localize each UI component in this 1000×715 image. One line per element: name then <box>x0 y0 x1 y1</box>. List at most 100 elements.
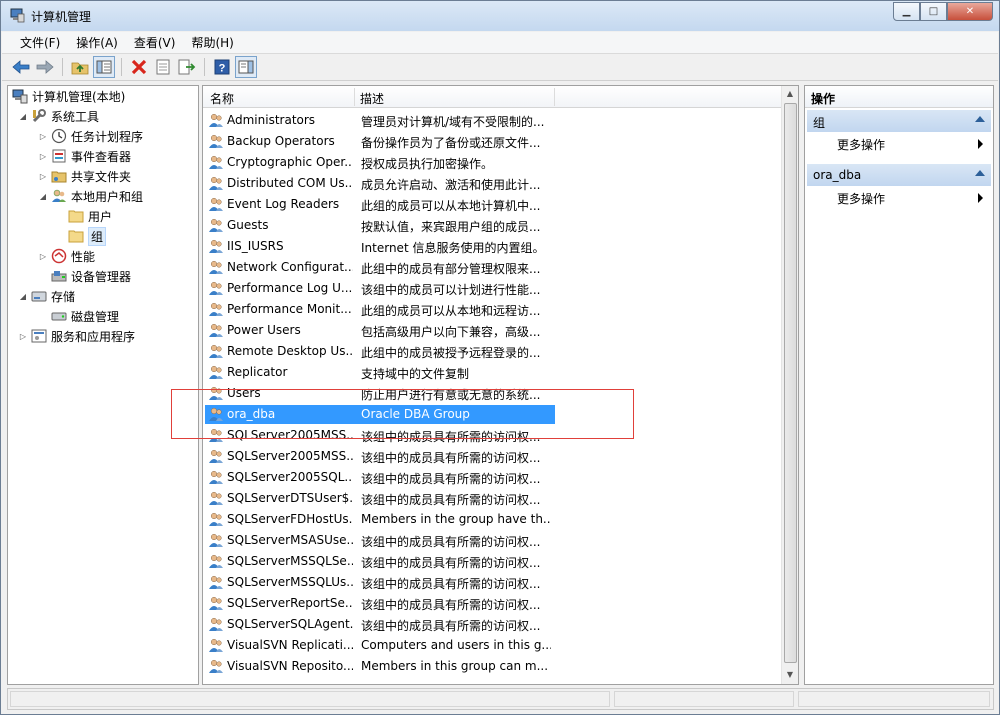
group-row[interactable]: SQLServerDTSUser$... 该组中的成员具有所需的访问权... <box>203 488 783 509</box>
action-section-label: ora_dba <box>813 168 862 182</box>
group-row[interactable]: IIS_IUSRS Internet 信息服务使用的内置组。 <box>203 236 783 257</box>
tree-item-groups[interactable]: 组 <box>68 226 107 246</box>
action-section-ora-dba[interactable]: ora_dba <box>807 164 991 186</box>
maximize-button[interactable]: □ <box>920 2 947 21</box>
tree-item-performance[interactable]: ▷ 性能 <box>38 246 95 266</box>
group-name: SQLServerMSASUse... <box>227 533 353 547</box>
group-icon <box>208 637 224 653</box>
tree-item-system-tools[interactable]: ◢ 系统工具 <box>18 106 99 126</box>
tree-item-device-manager[interactable]: 设备管理器 <box>51 266 131 286</box>
expand-icon[interactable]: ▷ <box>38 252 48 261</box>
collapse-icon[interactable]: ◢ <box>18 292 28 301</box>
group-row[interactable]: Performance Log U... 该组中的成员可以计划进行性能... <box>203 278 783 299</box>
group-icon <box>208 595 224 611</box>
tree-item-services-apps[interactable]: ▷ 服务和应用程序 <box>18 326 135 346</box>
show-hide-action-pane-button[interactable] <box>235 56 257 78</box>
group-row[interactable]: Distributed COM Us... 成员允许启动、激活和使用此计... <box>203 173 783 194</box>
group-row[interactable]: Event Log Readers 此组的成员可以从本地计算机中... <box>203 194 783 215</box>
group-row[interactable]: SQLServerMSSQLSe... 该组中的成员具有所需的访问权... <box>203 551 783 572</box>
group-row[interactable]: Backup Operators 备份操作员为了备份或还原文件... <box>203 131 783 152</box>
scroll-down-icon[interactable]: ▼ <box>782 667 798 683</box>
export-list-button[interactable] <box>176 56 198 78</box>
forward-icon <box>36 60 54 74</box>
tree-item-event-viewer[interactable]: ▷ 事件查看器 <box>38 146 131 166</box>
collapse-icon[interactable]: ◢ <box>38 192 48 201</box>
groups-list-view[interactable]: 名称 描述 Administrators 管理员对计算机/域有不受限制的... Ba… <box>202 85 799 685</box>
caption-buttons: ▁ □ ✕ <box>893 2 993 21</box>
toolbar: ? <box>2 54 998 81</box>
action-pane-title: 操作 <box>805 86 993 108</box>
group-row[interactable]: SQLServer2005SQL... 该组中的成员具有所需的访问权... <box>203 467 783 488</box>
group-row[interactable]: Guests 按默认值，来宾跟用户组的成员... <box>203 215 783 236</box>
collapse-section-icon[interactable] <box>975 116 985 122</box>
tree-item-label: 组 <box>88 226 107 246</box>
storage-icon <box>31 288 47 304</box>
more-actions-ora-dba[interactable]: 更多操作 <box>837 190 987 207</box>
scroll-thumb[interactable] <box>784 103 797 663</box>
group-row[interactable]: SQLServerReportSe... 该组中的成员具有所需的访问权... <box>203 593 783 614</box>
expand-icon[interactable]: ▷ <box>38 172 48 181</box>
action-section-groups[interactable]: 组 <box>807 110 991 132</box>
expand-icon[interactable]: ▷ <box>18 332 28 341</box>
collapse-icon[interactable]: ◢ <box>18 112 28 121</box>
collapse-section-icon[interactable] <box>975 170 985 176</box>
group-row[interactable]: Replicator 支持域中的文件复制 <box>203 362 783 383</box>
close-button[interactable]: ✕ <box>947 2 993 21</box>
back-button[interactable] <box>10 56 32 78</box>
expand-icon[interactable]: ▷ <box>38 152 48 161</box>
column-header-description[interactable]: 描述 <box>360 90 384 107</box>
tree-item-disk-management[interactable]: 磁盘管理 <box>51 306 119 326</box>
column-divider[interactable] <box>354 88 355 106</box>
group-row[interactable]: Network Configurat... 此组中的成员有部分管理权限来... <box>203 257 783 278</box>
tree-item-shared-folders[interactable]: ▷ 共享文件夹 <box>38 166 131 186</box>
group-description: Members in the group have th... <box>361 512 551 526</box>
group-row[interactable]: Performance Monit... 此组的成员可以从本地和远程访... <box>203 299 783 320</box>
group-row[interactable]: Remote Desktop Us... 此组中的成员被授予远程登录的... <box>203 341 783 362</box>
column-header-name[interactable]: 名称 <box>210 90 234 107</box>
group-icon <box>208 112 224 128</box>
forward-button[interactable] <box>34 56 56 78</box>
group-row[interactable]: SQLServerSQLAgent... 该组中的成员具有所需的访问权... <box>203 614 783 635</box>
vertical-scrollbar[interactable]: ▲ ▼ <box>781 86 798 684</box>
title-bar[interactable]: 计算机管理 ▁ □ ✕ <box>1 1 999 31</box>
properties-button[interactable] <box>152 56 174 78</box>
group-row[interactable]: SQLServerMSASUse... 该组中的成员具有所需的访问权... <box>203 530 783 551</box>
console-tree[interactable]: 计算机管理(本地) ◢ 系统工具 ▷ 任务计划程序 ▷ 事件查看器 ▷ 共享文件… <box>7 85 199 685</box>
group-name: Administrators <box>227 113 316 127</box>
menu-action[interactable]: 操作(A) <box>68 34 126 51</box>
tree-item-computer-management[interactable]: 计算机管理(本地) <box>12 86 125 106</box>
help-button[interactable]: ? <box>211 56 233 78</box>
group-name: Event Log Readers <box>227 197 340 211</box>
group-name: SQLServerMSSQLUs... <box>227 575 353 589</box>
group-row[interactable]: SQLServer2005MSS... 该组中的成员具有所需的访问权... <box>203 446 783 467</box>
group-name: SQLServerReportSe... <box>227 596 353 610</box>
group-icon <box>208 280 224 296</box>
minimize-button[interactable]: ▁ <box>893 2 920 21</box>
group-row[interactable]: VisualSVN Reposito... Members in this gro… <box>203 656 783 677</box>
group-name: SQLServer2005SQL... <box>227 470 353 484</box>
menu-help[interactable]: 帮助(H) <box>183 34 241 51</box>
column-divider[interactable] <box>554 88 555 106</box>
group-row[interactable]: Cryptographic Oper... 授权成员执行加密操作。 <box>203 152 783 173</box>
expand-icon[interactable]: ▷ <box>38 132 48 141</box>
group-row[interactable]: SQLServerMSSQLUs... 该组中的成员具有所需的访问权... <box>203 572 783 593</box>
menu-file[interactable]: 文件(F) <box>12 34 68 51</box>
group-row[interactable]: SQLServerFDHostUs... Members in the group… <box>203 509 783 530</box>
tree-item-task-scheduler[interactable]: ▷ 任务计划程序 <box>38 126 143 146</box>
group-row[interactable]: Power Users 包括高级用户以向下兼容，高级... <box>203 320 783 341</box>
up-level-button[interactable] <box>69 56 91 78</box>
tree-item-local-users-groups[interactable]: ◢ 本地用户和组 <box>38 186 143 206</box>
delete-button[interactable] <box>128 56 150 78</box>
scroll-up-icon[interactable]: ▲ <box>782 86 798 102</box>
menu-view[interactable]: 查看(V) <box>126 34 184 51</box>
tree-item-users[interactable]: 用户 <box>68 206 112 226</box>
more-actions-groups[interactable]: 更多操作 <box>837 136 987 153</box>
tree-item-storage[interactable]: ◢ 存储 <box>18 286 75 306</box>
maximize-icon: □ <box>928 6 939 17</box>
group-icon <box>208 469 224 485</box>
group-row[interactable]: VisualSVN Replicati... Computers and user… <box>203 635 783 656</box>
group-row[interactable]: Administrators 管理员对计算机/域有不受限制的... <box>203 110 783 131</box>
show-hide-console-tree-button[interactable] <box>93 56 115 78</box>
group-name: SQLServerMSSQLSe... <box>227 554 353 568</box>
services-icon <box>31 328 47 344</box>
